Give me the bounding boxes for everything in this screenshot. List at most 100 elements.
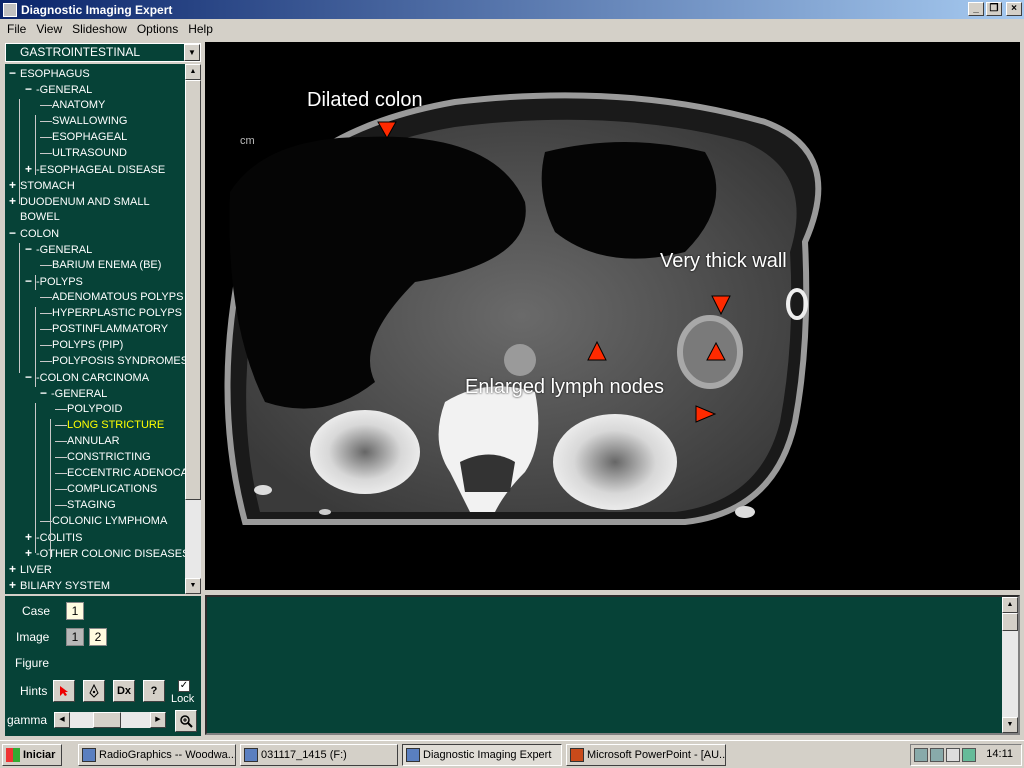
tree-item[interactable]: ANATOMY (40, 99, 185, 115)
tree-item[interactable]: BARIUM ENEMA (BE) (40, 259, 185, 275)
expand-icon[interactable]: + (9, 563, 17, 575)
expand-icon[interactable]: + (9, 195, 17, 207)
tree-item-label: POLYPOSIS SYNDROMES (52, 355, 185, 367)
start-button[interactable]: Iniciar (2, 744, 62, 766)
description-scrollbar[interactable]: ▲ ▼ (1002, 597, 1018, 733)
case-1-button[interactable]: 1 (66, 602, 84, 620)
close-button[interactable]: × (1006, 2, 1022, 16)
tree-item[interactable]: − COLON (9, 227, 185, 243)
scroll-up-icon[interactable]: ▲ (185, 64, 201, 80)
menu-view[interactable]: View (31, 22, 67, 36)
menu-file[interactable]: File (2, 22, 31, 36)
collapse-icon[interactable]: − (25, 371, 33, 383)
task-powerpoint[interactable]: Microsoft PowerPoint - [AU... (566, 744, 726, 766)
volume-icon[interactable] (946, 748, 960, 762)
scroll-thumb[interactable] (185, 80, 201, 500)
collapse-icon[interactable]: − (9, 67, 17, 79)
tree-item[interactable]: CONSTRICTING (55, 451, 185, 467)
tree-item[interactable]: SWALLOWING (40, 115, 185, 131)
scroll-up-icon[interactable]: ▲ (1002, 597, 1018, 613)
tree-item[interactable]: + BILIARY SYSTEM (9, 579, 185, 594)
tree-item-label: -POLYPS (36, 276, 83, 288)
description-panel[interactable]: ▲ ▼ (205, 595, 1020, 735)
menu-slideshow[interactable]: Slideshow (67, 22, 132, 36)
expand-icon[interactable]: + (9, 579, 17, 591)
tree-scrollbar[interactable]: ▲ ▼ (185, 64, 201, 594)
tree-branch-line (40, 291, 52, 298)
tree-item-label: -GENERAL (36, 84, 93, 96)
chevron-down-icon[interactable]: ▼ (184, 44, 200, 61)
label-lymph-nodes: Enlarged lymph nodes (465, 376, 665, 398)
tree-item[interactable]: LONG STRICTURE (55, 419, 185, 435)
zoom-icon[interactable] (175, 710, 197, 732)
title-bar: Diagnostic Imaging Expert _ ❐ × (0, 0, 1024, 19)
slider-left-icon[interactable]: ◀ (54, 712, 70, 728)
collapse-icon[interactable]: − (25, 83, 33, 95)
tree-item[interactable]: − -GENERAL (25, 83, 185, 99)
collapse-icon[interactable]: − (25, 243, 33, 255)
tree-item[interactable]: + -OTHER COLONIC DISEASES (25, 547, 185, 563)
tree-branch-line (40, 99, 52, 106)
network-icon[interactable] (914, 748, 928, 762)
tree-item[interactable]: ESOPHAGEAL (40, 131, 185, 147)
image-2-button[interactable]: 2 (89, 628, 107, 646)
tree-item[interactable]: ULTRASOUND (40, 147, 185, 163)
tree-item-label: ESOPHAGEAL (52, 131, 128, 143)
scroll-down-icon[interactable]: ▼ (185, 578, 201, 594)
scroll-thumb[interactable] (1002, 613, 1018, 631)
diagnosis-button[interactable]: Dx (113, 680, 135, 702)
lock-checkbox[interactable]: ✓ (178, 680, 190, 692)
task-folder[interactable]: 031117_1415 (F:) (240, 744, 398, 766)
tree-item[interactable]: − -GENERAL (25, 243, 185, 259)
tree-item[interactable]: + LIVER (9, 563, 185, 579)
expand-icon[interactable]: + (25, 531, 33, 543)
topic-tree: − ESOPHAGUS − -GENERAL ANATOMY SWALLOWING ESOP… (5, 64, 185, 594)
collapse-icon[interactable]: − (25, 275, 33, 287)
collapse-icon[interactable]: − (9, 227, 17, 239)
tree-item[interactable]: + -ESOPHAGEAL DISEASE (25, 163, 185, 179)
scroll-down-icon[interactable]: ▼ (1002, 717, 1018, 733)
tree-item[interactable]: BOWEL (9, 211, 185, 227)
tree-item[interactable]: + -COLITIS (25, 531, 185, 547)
display-icon[interactable] (930, 748, 944, 762)
tree-item[interactable]: − -GENERAL (40, 387, 185, 403)
tree-item[interactable]: − ESOPHAGUS (9, 67, 185, 83)
restore-button[interactable]: ❐ (986, 2, 1002, 16)
gamma-slider-thumb[interactable] (93, 712, 122, 728)
expand-icon[interactable]: + (25, 163, 33, 175)
collapse-icon[interactable]: − (40, 387, 48, 399)
tree-item[interactable]: POLYPOSIS SYNDROMES (40, 355, 185, 371)
tree-item[interactable]: STAGING (55, 499, 185, 515)
tree-item[interactable]: HYPERPLASTIC POLYPS (40, 307, 185, 323)
tree-item[interactable]: ANNULAR (55, 435, 185, 451)
task-radiographics[interactable]: RadioGraphics -- Woodwa... (78, 744, 236, 766)
tree-item[interactable]: − -POLYPS (25, 275, 185, 291)
clock: 14:11 (986, 748, 1013, 760)
tray-app-icon[interactable] (962, 748, 976, 762)
tree-item[interactable]: COMPLICATIONS (55, 483, 185, 499)
tree-item[interactable]: + DUODENUM AND SMALL (9, 195, 185, 211)
help-button[interactable]: ? (143, 680, 165, 702)
tree-item[interactable]: ADENOMATOUS POLYPS (40, 291, 185, 307)
gamma-slider[interactable]: ◀ ▶ (54, 712, 166, 728)
menu-help[interactable]: Help (183, 22, 218, 36)
menu-options[interactable]: Options (132, 22, 183, 36)
minimize-button[interactable]: _ (968, 2, 984, 16)
tree-item[interactable]: + STOMACH (9, 179, 185, 195)
task-diagnostic-imaging[interactable]: Diagnostic Imaging Expert (402, 744, 562, 766)
tree-item[interactable]: POSTINFLAMMATORY (40, 323, 185, 339)
expand-icon[interactable]: + (9, 179, 17, 191)
arrow-pointer-icon[interactable] (53, 680, 75, 702)
expand-icon[interactable]: + (25, 547, 33, 559)
image-viewer[interactable]: cm Dilated colon Very thick wall Enlarge… (205, 42, 1020, 590)
image-1-button[interactable]: 1 (66, 628, 84, 646)
tree-item[interactable]: POLYPS (PIP) (40, 339, 185, 355)
tree-item[interactable]: ECCENTRIC ADENOCA (55, 467, 185, 483)
category-dropdown[interactable]: GASTROINTESTINAL ▼ (5, 43, 201, 62)
tree-item[interactable]: POLYPOID (55, 403, 185, 419)
slider-right-icon[interactable]: ▶ (150, 712, 166, 728)
tree-item[interactable]: COLONIC LYMPHOMA (40, 515, 185, 531)
tree-item[interactable]: − -COLON CARCINOMA (25, 371, 185, 387)
pen-tool-icon[interactable] (83, 680, 105, 702)
tree-item-label: -ESOPHAGEAL DISEASE (36, 164, 166, 176)
